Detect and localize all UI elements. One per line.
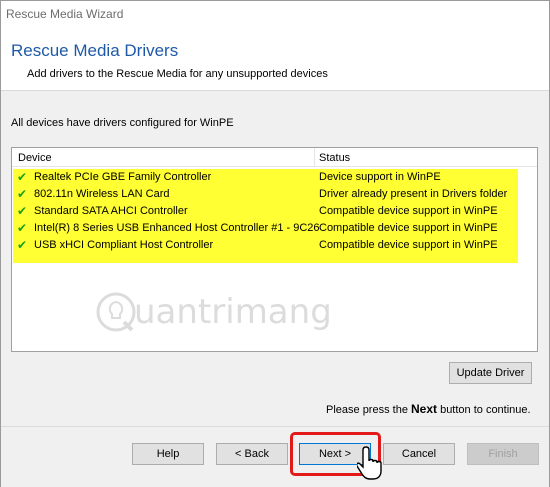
checkmark-icon: ✔ — [17, 170, 28, 184]
list-item[interactable]: ✔ Standard SATA AHCI Controller Compatib… — [13, 203, 518, 220]
device-name: Intel(R) 8 Series USB Enhanced Host Cont… — [34, 222, 320, 234]
list-item[interactable]: ✔ 802.11n Wireless LAN Card Driver alrea… — [13, 186, 518, 203]
checkmark-icon: ✔ — [17, 238, 28, 252]
page-title: Rescue Media Drivers — [11, 41, 179, 60]
watermark-logo: uantrimang — [94, 288, 332, 336]
window-title: Rescue Media Wizard — [6, 7, 124, 21]
device-name: Standard SATA AHCI Controller — [34, 205, 188, 217]
device-status: Compatible device support in WinPE — [319, 222, 498, 234]
device-rows: ✔ Realtek PCIe GBE Family Controller Dev… — [13, 169, 518, 263]
finish-button: Finish — [467, 443, 539, 465]
list-item[interactable]: ✔ USB xHCI Compliant Host Controller Com… — [13, 237, 518, 254]
back-button[interactable]: < Back — [216, 443, 288, 465]
device-status: Compatible device support in WinPE — [319, 239, 498, 251]
status-message: All devices have drivers configured for … — [11, 117, 234, 129]
column-header-device[interactable]: Device — [18, 152, 52, 164]
device-status: Compatible device support in WinPE — [319, 205, 498, 217]
wizard-window: Rescue Media Wizard Rescue Media Drivers… — [0, 0, 550, 487]
list-item[interactable]: ✔ Realtek PCIe GBE Family Controller Dev… — [13, 169, 518, 186]
device-status: Device support in WinPE — [319, 171, 441, 183]
checkmark-icon: ✔ — [17, 187, 28, 201]
checkmark-icon: ✔ — [17, 221, 28, 235]
column-divider[interactable] — [314, 148, 315, 167]
page-subtitle: Add drivers to the Rescue Media for any … — [27, 68, 328, 80]
device-name: Realtek PCIe GBE Family Controller — [34, 171, 212, 183]
device-list[interactable]: Device Status ✔ Realtek PCIe GBE Family … — [11, 147, 538, 352]
list-item[interactable]: ✔ Intel(R) 8 Series USB Enhanced Host Co… — [13, 220, 518, 237]
list-header: Device Status — [12, 148, 537, 167]
title-bar[interactable]: Rescue Media Wizard — [1, 1, 549, 27]
hint-keyword: Next — [411, 402, 438, 416]
hint-suffix: button to continue. — [437, 404, 531, 416]
continue-hint: Please press the Next button to continue… — [326, 402, 531, 416]
column-header-status[interactable]: Status — [319, 152, 350, 164]
hint-prefix: Please press the — [326, 404, 411, 416]
update-driver-button[interactable]: Update Driver — [449, 362, 532, 384]
device-name: 802.11n Wireless LAN Card — [34, 188, 170, 200]
watermark-text: uantrimang — [134, 292, 332, 332]
device-name: USB xHCI Compliant Host Controller — [34, 239, 214, 251]
checkmark-icon: ✔ — [17, 204, 28, 218]
watermark-lightbulb-icon — [96, 292, 136, 332]
cancel-button[interactable]: Cancel — [383, 443, 455, 465]
help-button[interactable]: Help — [132, 443, 204, 465]
device-status: Driver already present in Drivers folder — [319, 188, 508, 200]
hand-cursor-icon — [357, 446, 382, 480]
